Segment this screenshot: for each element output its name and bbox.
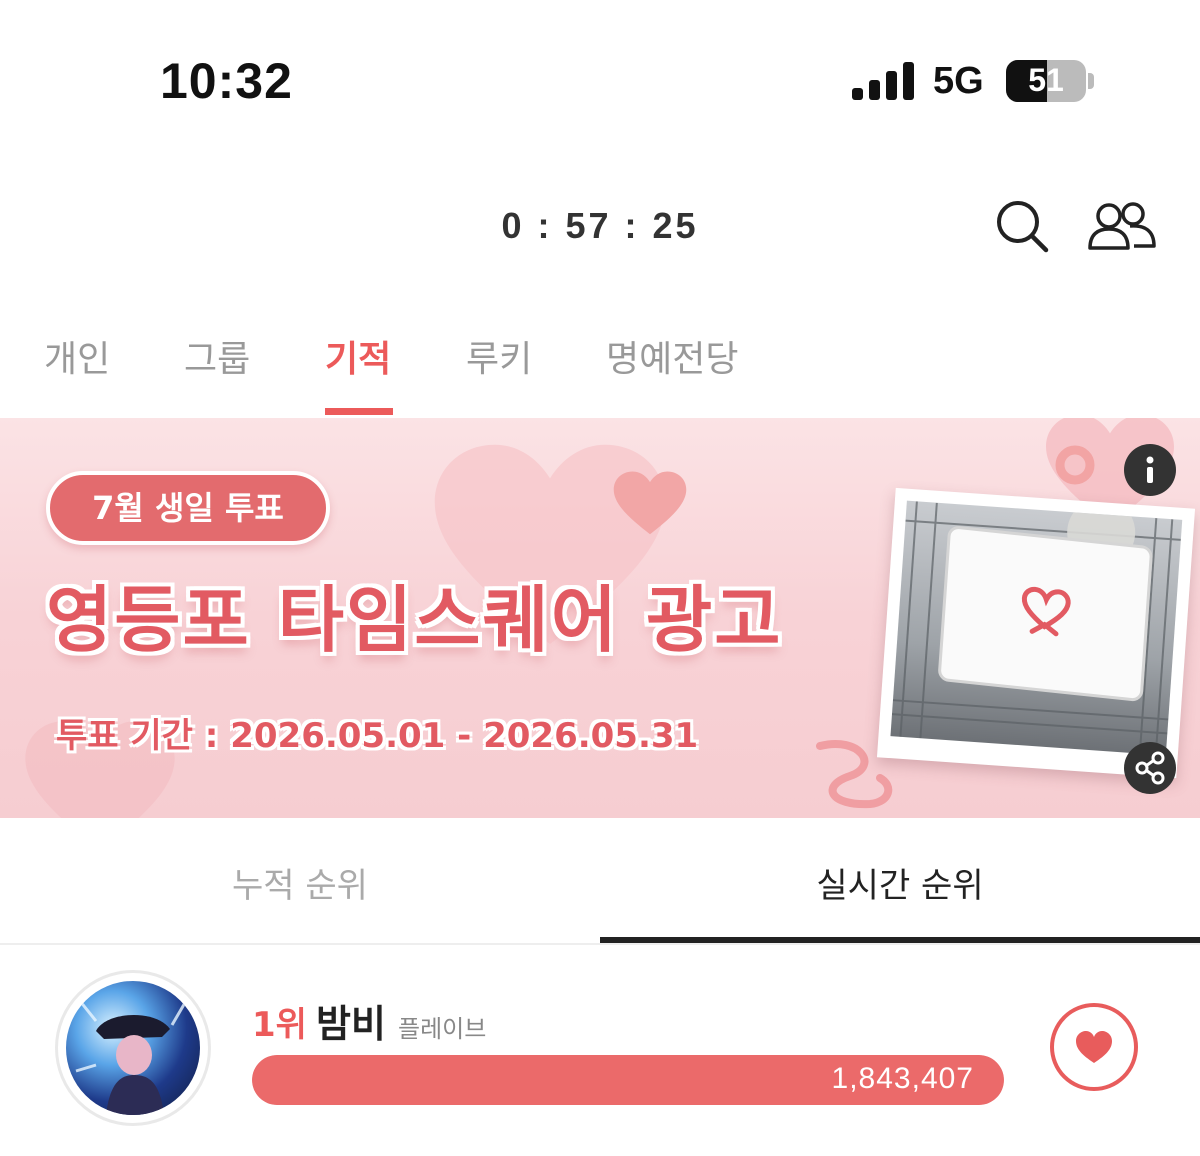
battery-tip [1088,73,1094,89]
avatar-image [66,981,200,1115]
info-icon [1146,456,1154,483]
heart-logo-icon [1021,586,1071,637]
battery-icon: 51 [1006,60,1086,102]
share-button[interactable] [1124,742,1176,794]
tab-hall-of-fame[interactable]: 명예전당 [606,330,738,382]
banner-title: 영등포 타임스퀘어 광고 [46,578,783,662]
category-tabs: 개인 그룹 기적 루키 명예전당 [0,320,1200,420]
group-name: 플레이브 [398,1015,487,1043]
people-icon[interactable] [1086,198,1158,258]
status-time: 10:32 [160,53,293,109]
heart-icon [1076,1031,1112,1063]
tab-individual[interactable]: 개인 [44,330,110,382]
ranking-tabs: 누적 순위 실시간 순위 [0,818,1200,945]
event-banner[interactable]: 7월 생일 투표 영등포 타임스퀘어 광고 투표 기간 : 2026.05.01… [0,418,1200,818]
vote-count: 1,843,407 [831,1062,974,1095]
rank-number: 1위 [252,1005,307,1045]
billboard-photo [876,487,1196,779]
battery-percent: 51 [1028,62,1064,98]
tab-rookie[interactable]: 루키 [466,330,532,382]
banner-vote-period: 투표 기간 : 2026.05.01 - 2026.05.31 [56,716,699,756]
network-type: 5G [933,60,984,102]
status-bar: 10:32 5G 51 [0,0,1200,160]
vote-heart-button[interactable] [1050,1003,1138,1091]
heart-decoration-icon [613,471,687,535]
search-icon[interactable] [994,198,1050,258]
avatar[interactable] [58,973,208,1123]
billboard-screen [940,528,1151,699]
member-name: 밤비 [316,1002,386,1046]
active-ranking-indicator [600,937,1200,943]
tab-miracle[interactable]: 기적 [325,330,391,382]
active-tab-indicator [325,408,393,415]
tab-group[interactable]: 그룹 [184,330,250,382]
ranking-list-item[interactable]: 1위 밤비 플레이브 1,843,407 [0,945,1200,1156]
ring-decoration-icon [1055,445,1095,485]
signal-strength-icon [852,62,914,100]
banner-badge: 7월 생일 투표 [46,471,330,545]
share-icon [1135,751,1165,785]
tab-realtime-ranking[interactable]: 실시간 순위 [600,858,1200,907]
billboard-photo-image [890,500,1183,756]
tab-cumulative-ranking[interactable]: 누적 순위 [0,858,600,907]
vote-progress-bar: 1,843,407 [252,1055,1004,1105]
info-button[interactable] [1124,444,1176,496]
